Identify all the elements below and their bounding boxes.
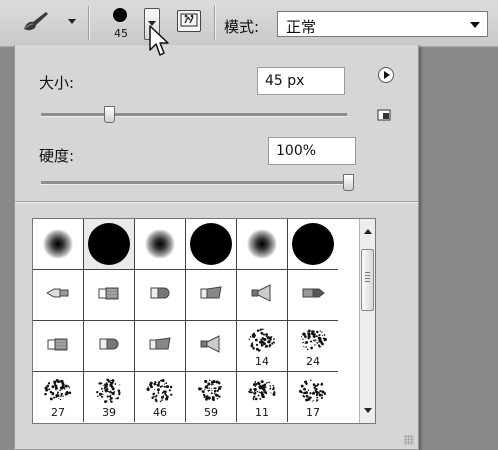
brush-preset-item[interactable]: 39	[84, 372, 134, 422]
brush-size-label: 11	[255, 406, 269, 419]
scatter-brush-icon	[297, 377, 329, 409]
hard-round-brush-icon	[190, 223, 232, 265]
brush-preset-item[interactable]	[84, 270, 134, 320]
scatter-brush-icon	[297, 326, 329, 358]
brush-preset-grid: 14 24 27 39 46 59 11 17	[33, 219, 338, 422]
brush-preset-item[interactable]	[237, 270, 287, 320]
panel-divider	[15, 201, 418, 202]
size-slider-thumb[interactable]	[103, 106, 115, 123]
brush-preset-item[interactable]: 17	[288, 372, 338, 422]
round-blunt-brush-icon	[146, 284, 174, 306]
scatter-brush-icon	[195, 377, 227, 409]
toolbar-divider	[88, 6, 89, 40]
brush-icon[interactable]	[20, 9, 50, 33]
size-input[interactable]: 45 px	[257, 67, 345, 95]
brush-preset-item[interactable]: 14	[237, 321, 287, 371]
mouse-pointer-icon	[149, 25, 169, 56]
chisel-angled-brush-icon	[197, 284, 225, 306]
scroll-down-icon[interactable]	[364, 408, 372, 413]
brush-preset-item[interactable]: 11	[237, 372, 287, 422]
chevron-down-icon	[470, 22, 480, 28]
brush-size-readout: 45	[114, 27, 128, 40]
hardness-slider-thumb[interactable]	[342, 174, 354, 191]
brush-preset-item[interactable]: 59	[186, 372, 236, 422]
brush-size-label: 59	[204, 406, 218, 419]
brush-size-label: 39	[102, 406, 116, 419]
soft-round-brush-icon	[145, 229, 175, 259]
brush-preset-item[interactable]	[237, 219, 287, 269]
fan-brush-brush-icon	[248, 283, 276, 307]
soft-round-brush-icon	[43, 229, 73, 259]
brush-preset-item[interactable]	[33, 321, 83, 371]
scatter-brush-icon	[144, 377, 176, 409]
brush-preset-item[interactable]	[33, 270, 83, 320]
hard-round-brush-icon	[88, 223, 130, 265]
blend-mode-value: 正常	[286, 18, 317, 36]
brush-preset-item[interactable]	[33, 219, 83, 269]
brush-size-label: 14	[255, 355, 269, 368]
brush-size-label: 17	[306, 406, 320, 419]
hardness-slider-track[interactable]	[41, 181, 347, 185]
play-circle-icon[interactable]	[378, 67, 394, 83]
scatter-brush-icon	[246, 377, 278, 409]
preset-list-scrollbar[interactable]	[359, 219, 375, 423]
brush-preset-item[interactable]	[135, 321, 185, 371]
soft-round-brush-icon	[247, 229, 277, 259]
options-toolbar: 45 模式: 正常	[0, 0, 498, 47]
toolbar-divider	[214, 6, 215, 40]
hardness-input[interactable]: 100%	[268, 137, 356, 165]
new-preset-icon[interactable]	[377, 109, 391, 121]
hard-round-brush-icon	[292, 223, 334, 265]
scatter-brush-icon	[93, 377, 125, 409]
brush-preset-item[interactable]	[288, 219, 338, 269]
brush-tip-preview-icon[interactable]	[113, 8, 127, 22]
brush-preset-item[interactable]	[186, 219, 236, 269]
brush-size-label: 24	[306, 355, 320, 368]
round-blunt-brush-icon	[95, 335, 123, 357]
size-label: 大小:	[39, 74, 75, 92]
chisel-flat-brush-icon	[44, 335, 72, 357]
blend-mode-select[interactable]: 正常	[277, 11, 488, 37]
brush-preset-item[interactable]	[186, 270, 236, 320]
brush-preset-item[interactable]	[288, 270, 338, 320]
brush-preset-item[interactable]	[135, 270, 185, 320]
brush-preset-picker-panel: 大小: 45 px 硬度: 100% 14 24 27 39 46 59 11 17	[14, 45, 419, 450]
scrollbar-thumb[interactable]	[361, 249, 374, 311]
brush-preset-item[interactable]	[135, 219, 185, 269]
scroll-up-icon[interactable]	[364, 229, 372, 234]
airbrush-tip-brush-icon	[44, 284, 72, 306]
size-slider-track[interactable]	[41, 113, 347, 117]
brush-preset-list: 14 24 27 39 46 59 11 17	[32, 218, 376, 424]
scatter-brush-icon	[42, 377, 74, 409]
scatter-brush-icon	[246, 326, 278, 358]
brush-preset-item[interactable]: 27	[33, 372, 83, 422]
mode-label: 模式:	[224, 18, 260, 36]
chisel-angled-brush-icon	[146, 335, 174, 357]
brush-preset-item[interactable]	[84, 219, 134, 269]
brush-panel-icon[interactable]	[177, 10, 201, 32]
chisel-flat-brush-icon	[95, 284, 123, 306]
brush-size-label: 27	[51, 406, 65, 419]
brush-preset-item[interactable]	[84, 321, 134, 371]
hardness-label: 硬度:	[39, 147, 75, 165]
fan-brush-brush-icon	[197, 334, 225, 358]
brush-preset-item[interactable]: 46	[135, 372, 185, 422]
round-point-brush-icon	[299, 284, 327, 306]
resize-grip-icon[interactable]	[404, 435, 414, 445]
tool-preset-dropdown-arrow[interactable]	[68, 19, 76, 24]
brush-preset-item[interactable]	[186, 321, 236, 371]
brush-size-label: 46	[153, 406, 167, 419]
brush-preset-item[interactable]: 24	[288, 321, 338, 371]
